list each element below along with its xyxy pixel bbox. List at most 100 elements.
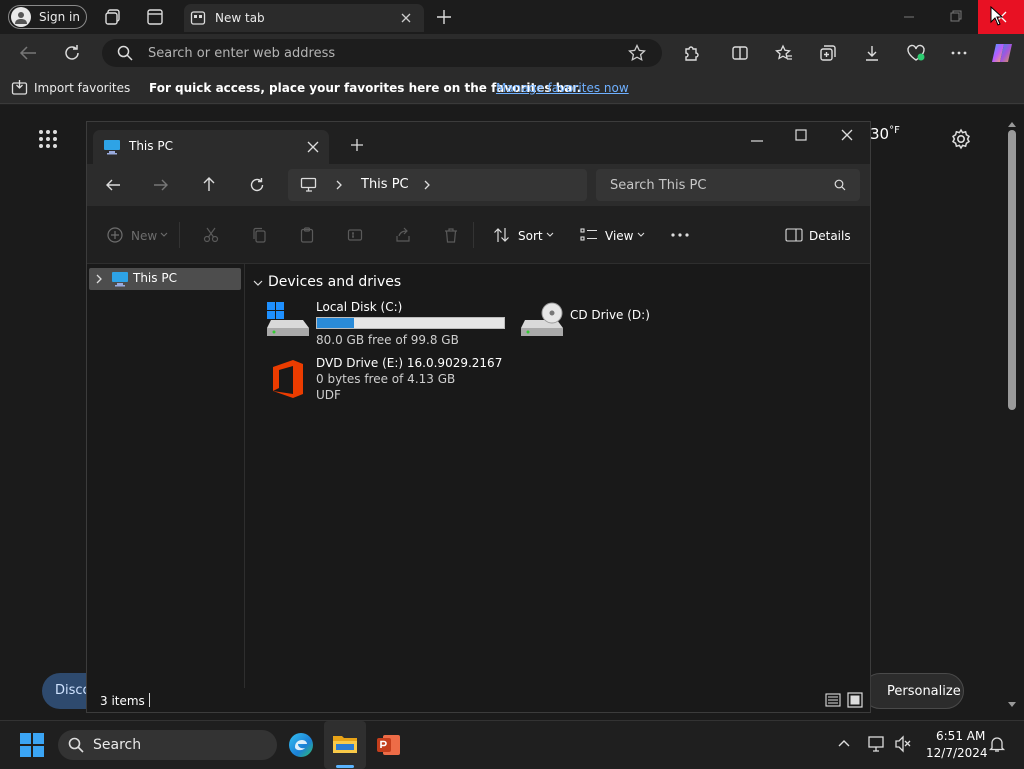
cut-icon[interactable] <box>203 227 219 243</box>
close-explorer-tab-icon[interactable] <box>307 141 319 153</box>
new-button[interactable]: New <box>131 229 157 243</box>
import-favorites-icon[interactable] <box>11 80 29 96</box>
personalize-button[interactable]: Personalize <box>862 673 964 709</box>
drive-filesystem-e: UDF <box>316 388 341 402</box>
drive-usage-fill-c <box>317 318 355 328</box>
explorer-back-icon[interactable] <box>105 177 121 193</box>
refresh-icon[interactable] <box>62 43 82 63</box>
nav-item-this-pc[interactable]: This PC <box>89 268 241 290</box>
group-collapse-chevron-icon[interactable] <box>253 279 263 287</box>
navigation-pane: This PC <box>87 264 245 688</box>
expand-chevron-icon[interactable] <box>95 274 103 284</box>
back-arrow-icon[interactable] <box>18 44 38 62</box>
details-button[interactable]: Details <box>809 229 851 243</box>
drive-item-e[interactable]: DVD Drive (E:) 16.0.9029.2167 0 bytes fr… <box>265 354 525 404</box>
new-explorer-tab-icon[interactable] <box>350 138 364 152</box>
sort-button[interactable]: Sort <box>518 229 543 243</box>
drive-name-e: DVD Drive (E:) 16.0.9029.2167 <box>316 356 503 370</box>
explorer-content: Devices and drives Local Disk (C:) 80.0 … <box>245 264 870 688</box>
see-more-icon[interactable] <box>671 233 689 237</box>
file-explorer-folder-icon <box>332 733 358 755</box>
explorer-close-icon[interactable] <box>841 129 853 141</box>
manage-favorites-link[interactable]: Manage favorites now <box>496 81 629 95</box>
view-button[interactable]: View <box>605 229 633 243</box>
status-divider <box>149 693 150 707</box>
restore-icon[interactable] <box>948 8 966 26</box>
cd-drive-icon <box>519 300 565 338</box>
explorer-minimize-icon[interactable] <box>750 134 764 148</box>
taskbar-file-explorer-button[interactable] <box>324 721 366 769</box>
workspaces-icon[interactable] <box>104 8 122 26</box>
explorer-search-input[interactable] <box>610 176 820 194</box>
command-divider <box>179 222 180 248</box>
delete-icon[interactable] <box>443 227 459 243</box>
details-view-icon[interactable] <box>825 693 841 707</box>
show-hidden-icons-chevron-icon[interactable] <box>837 738 851 748</box>
mouse-cursor-icon <box>990 6 1004 26</box>
copy-icon[interactable] <box>251 227 267 243</box>
explorer-maximize-icon[interactable] <box>795 128 807 142</box>
explorer-title-bar: This PC <box>87 122 870 164</box>
import-favorites-button[interactable]: Import favorites <box>34 81 130 95</box>
edge-browser-icon[interactable] <box>288 732 314 758</box>
item-count: 3 items <box>100 694 145 708</box>
breadcrumb-pc-icon <box>300 177 318 193</box>
explorer-forward-icon[interactable] <box>153 177 169 193</box>
explorer-up-icon[interactable] <box>201 176 217 192</box>
rename-icon[interactable] <box>347 227 363 243</box>
new-tab-page-icon <box>190 10 206 26</box>
explorer-refresh-icon[interactable] <box>249 177 265 193</box>
more-options-icon[interactable] <box>950 44 968 62</box>
collections-icon[interactable] <box>819 44 837 62</box>
view-icon[interactable] <box>580 228 598 242</box>
tab-new-tab[interactable]: New tab <box>184 4 424 32</box>
volume-muted-icon[interactable] <box>894 735 912 753</box>
details-pane-icon[interactable] <box>785 228 803 242</box>
taskbar-search-box[interactable]: Search <box>58 730 277 760</box>
notifications-bell-icon[interactable] <box>988 735 1006 753</box>
nav-this-pc-icon <box>111 271 129 287</box>
favorites-icon[interactable] <box>775 44 793 62</box>
sign-in-button[interactable]: Sign in <box>8 5 87 29</box>
new-item-icon[interactable] <box>107 227 123 243</box>
sort-icon[interactable] <box>493 227 511 243</box>
paste-icon[interactable] <box>299 227 315 243</box>
app-launcher-icon[interactable] <box>38 129 58 149</box>
downloads-icon[interactable] <box>863 44 881 62</box>
breadcrumb[interactable]: This PC <box>288 169 587 201</box>
clock-date[interactable]: 12/7/2024 <box>926 746 988 760</box>
browser-toolbar <box>0 34 1024 72</box>
powerpoint-icon[interactable] <box>377 733 401 757</box>
new-tab-plus-icon[interactable] <box>435 8 453 26</box>
copilot-icon[interactable] <box>990 42 1014 64</box>
tiles-view-icon[interactable] <box>847 692 863 708</box>
drive-usage-bar-c <box>316 317 505 329</box>
address-bar[interactable] <box>102 39 662 67</box>
share-icon[interactable] <box>395 227 411 243</box>
breadcrumb-this-pc[interactable]: This PC <box>361 177 409 192</box>
browser-essentials-icon[interactable] <box>906 44 926 62</box>
breadcrumb-next-chevron-icon[interactable] <box>423 180 431 190</box>
windows-start-icon[interactable] <box>20 733 44 757</box>
split-screen-icon[interactable] <box>731 44 749 62</box>
network-icon[interactable] <box>867 735 885 753</box>
view-chevron-down-icon <box>637 232 645 238</box>
weather-widget[interactable]: 30°F <box>870 125 900 143</box>
explorer-address-bar: This PC <box>87 164 870 206</box>
group-header-devices-and-drives: Devices and drives <box>268 274 402 290</box>
page-scrollbar[interactable] <box>1006 120 1018 715</box>
clock-time[interactable]: 6:51 AM <box>936 729 985 743</box>
settings-gear-icon[interactable] <box>950 128 972 150</box>
favorite-star-icon[interactable] <box>628 44 646 62</box>
close-tab-icon[interactable] <box>400 12 412 24</box>
nav-this-pc-label: This PC <box>133 271 177 285</box>
office-logo-icon <box>269 358 307 400</box>
this-pc-monitor-icon <box>103 139 121 155</box>
explorer-tab-this-pc[interactable]: This PC <box>93 130 329 164</box>
drive-item-d[interactable]: CD Drive (D:) <box>519 300 650 340</box>
tab-actions-icon[interactable] <box>146 8 164 26</box>
explorer-search-box[interactable] <box>596 169 860 201</box>
extensions-icon[interactable] <box>682 44 700 62</box>
minimize-icon[interactable] <box>902 8 920 26</box>
address-input[interactable] <box>148 44 608 62</box>
